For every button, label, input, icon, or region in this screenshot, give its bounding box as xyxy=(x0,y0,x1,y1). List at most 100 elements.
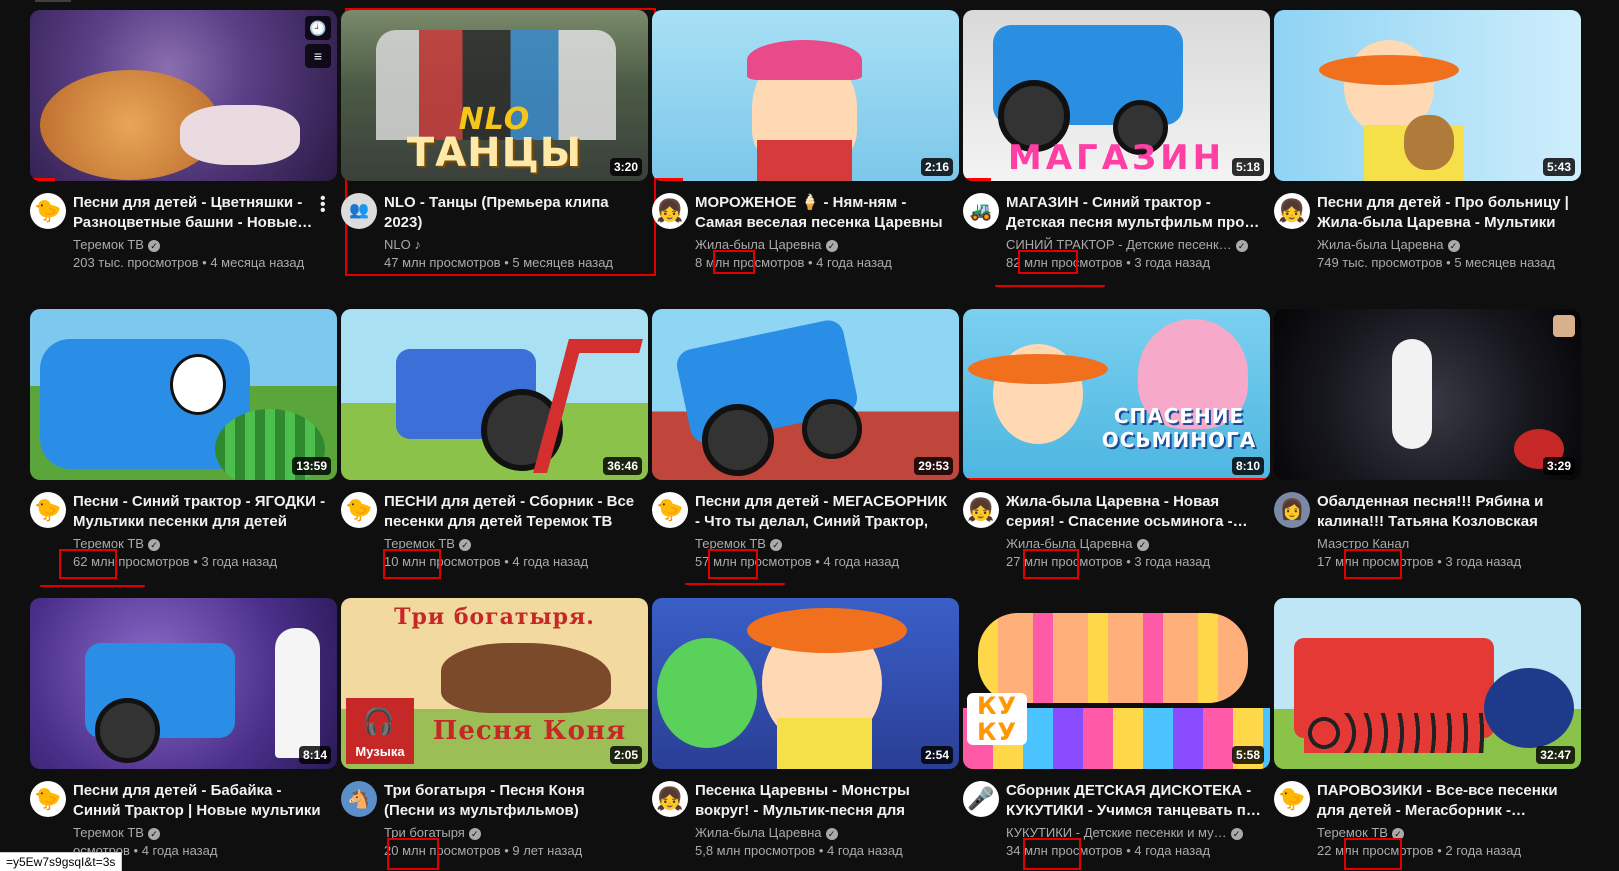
thumb-badge-label: Музыка xyxy=(355,744,405,759)
video-thumbnail[interactable]: 2:16 xyxy=(652,10,959,181)
duck-avatar[interactable]: 🐤 xyxy=(30,781,66,817)
tractor-avatar[interactable]: 🚜 xyxy=(963,193,999,229)
duration-badge: 2:54 xyxy=(920,746,953,764)
princess-avatar[interactable]: 👧 xyxy=(652,193,688,229)
video-thumbnail[interactable]: 36:46 xyxy=(341,309,648,480)
group-avatar[interactable]: 👥 xyxy=(341,193,377,229)
video-thumbnail[interactable]: 29:53 xyxy=(652,309,959,480)
duck-avatar[interactable]: 🐤 xyxy=(652,492,688,528)
video-title[interactable]: ПАРОВОЗИКИ - Все-все песенки для детей -… xyxy=(1317,781,1572,821)
princess-avatar[interactable]: 👧 xyxy=(1274,193,1310,229)
video-title[interactable]: Песни для детей - Про больницу | Жила-бы… xyxy=(1317,193,1572,233)
video-card-10[interactable]: 3:29 👩 Обалденная песня!!! Рябина и кали… xyxy=(1274,309,1581,581)
video-card-7[interactable]: 36:46 🐤 ПЕСНИ для детей - Сборник - Все … xyxy=(341,309,648,581)
channel-label[interactable]: Теремок ТВ xyxy=(73,825,144,840)
duck-avatar[interactable]: 🐤 xyxy=(30,492,66,528)
channel-label[interactable]: Теремок ТВ xyxy=(73,237,144,252)
video-title[interactable]: Песенка Царевны - Монстры вокруг! - Муль… xyxy=(695,781,950,821)
video-thumbnail[interactable]: NLO ТАНЦЫ 3:20 xyxy=(341,10,648,181)
thumb-hat xyxy=(747,40,862,80)
thumb-text: КУ КУ xyxy=(967,693,1027,745)
video-card-1[interactable]: 🕘 ≡ 🐤 Песни для детей - Цветняшки - Разн… xyxy=(30,10,337,282)
annotation-underline xyxy=(685,583,785,585)
video-card-9[interactable]: СПАСЕНИЕ ОСЬМИНОГА 8:10 👧 Жила-была Царе… xyxy=(963,309,1270,581)
annotation-box xyxy=(383,549,441,579)
video-title[interactable]: Песни - Синий трактор - ЯГОДКИ - Мультик… xyxy=(73,492,328,532)
bogatyr-avatar[interactable]: 🐴 xyxy=(341,781,377,817)
thumb-wheel xyxy=(95,698,160,763)
video-title[interactable]: Сборник ДЕТСКАЯ ДИСКОТЕКА - КУКУТИКИ - У… xyxy=(1006,781,1261,821)
video-title[interactable]: Обалденная песня!!! Рябина и калина!!! Т… xyxy=(1317,492,1572,532)
watch-progress-bar xyxy=(652,178,683,181)
video-thumbnail[interactable]: 5:43 xyxy=(1274,10,1581,181)
video-thumbnail[interactable]: 🕘 ≡ xyxy=(30,10,337,181)
video-thumbnail[interactable]: СПАСЕНИЕ ОСЬМИНОГА 8:10 xyxy=(963,309,1270,480)
duration-badge: 8:14 xyxy=(298,746,331,764)
video-card-2[interactable]: NLO ТАНЦЫ 3:20 👥 NLO - Танцы (Премьера к… xyxy=(341,10,648,282)
video-title[interactable]: ПЕСНИ для детей - Сборник - Все песенки … xyxy=(384,492,639,532)
video-thumbnail[interactable]: 8:14 xyxy=(30,598,337,769)
thumb-dress xyxy=(777,718,872,769)
upload-age: 3 года назад xyxy=(1134,554,1211,569)
channel-label[interactable]: Жила-была Царевна xyxy=(695,825,822,840)
video-card-12[interactable]: Три богатыря. 🎧 Музыка Песня Коня 2:05 🐴… xyxy=(341,598,648,870)
video-thumbnail[interactable]: 13:59 xyxy=(30,309,337,480)
channel-name[interactable]: Жила-была Царевна ✓ xyxy=(695,825,945,840)
channel-name[interactable]: Жила-была Царевна ✓ xyxy=(1317,237,1567,252)
video-card-8[interactable]: 29:53 🐤 Песни для детей - МЕГАСБОРНИК - … xyxy=(652,309,959,581)
video-thumbnail[interactable]: МАГАЗИН 5:18 xyxy=(963,10,1270,181)
video-card-14[interactable]: КУ КУ 5:58 🎤 Сборник ДЕТСКАЯ ДИСКОТЕКА -… xyxy=(963,598,1270,870)
duration-badge: 8:10 xyxy=(1231,457,1264,475)
kukutiki-avatar[interactable]: 🎤 xyxy=(963,781,999,817)
video-thumbnail[interactable]: 32:47 xyxy=(1274,598,1581,769)
video-thumbnail[interactable]: КУ КУ 5:58 xyxy=(963,598,1270,769)
video-title[interactable]: Песни для детей - Цветняшки - Разноцветн… xyxy=(73,193,328,233)
check-icon: ✓ xyxy=(1230,827,1243,840)
annotation-box xyxy=(1018,250,1078,274)
clock-icon[interactable]: 🕘 xyxy=(305,16,331,40)
video-title[interactable]: Три богатыря - Песня Коня (Песни из муль… xyxy=(384,781,639,821)
video-title[interactable]: Песни для детей - Бабайка - Синий Тракто… xyxy=(73,781,328,821)
video-title[interactable]: Песни для детей - МЕГАСБОРНИК - Что ты д… xyxy=(695,492,950,532)
video-card-6[interactable]: 13:59 🐤 Песни - Синий трактор - ЯГОДКИ -… xyxy=(30,309,337,581)
video-title[interactable]: МАГАЗИН - Синий трактор - Детская песня … xyxy=(1006,193,1261,233)
upload-age: 5 месяцев назад xyxy=(1454,255,1555,270)
duration-badge: 13:59 xyxy=(292,457,331,475)
check-icon: ✓ xyxy=(147,239,160,252)
duck-avatar[interactable]: 🐤 xyxy=(341,492,377,528)
video-card-3[interactable]: 2:16 👧 МОРОЖЕНОЕ 🍦 - Ням-ням - Самая вес… xyxy=(652,10,959,282)
video-title[interactable]: МОРОЖЕНОЕ 🍦 - Ням-ням - Самая веселая пе… xyxy=(695,193,950,233)
duration-badge: 3:20 xyxy=(609,158,642,176)
channel-name[interactable]: Теремок ТВ ✓ xyxy=(73,237,323,252)
duck-avatar[interactable]: 🐤 xyxy=(30,193,66,229)
check-icon: ✓ xyxy=(825,239,838,252)
video-card-11[interactable]: 8:14 🐤 Песни для детей - Бабайка - Синий… xyxy=(30,598,337,870)
duration-badge: 5:18 xyxy=(1231,158,1264,176)
princess-avatar[interactable]: 👧 xyxy=(963,492,999,528)
channel-name[interactable]: NLO ♪ xyxy=(384,237,634,252)
video-card-15[interactable]: 32:47 🐤 ПАРОВОЗИКИ - Все-все песенки для… xyxy=(1274,598,1581,870)
video-thumbnail[interactable]: 3:29 xyxy=(1274,309,1581,480)
thumb-wheel xyxy=(802,399,862,459)
channel-label[interactable]: Жила-была Царевна xyxy=(1317,237,1444,252)
video-card-5[interactable]: 5:43 👧 Песни для детей - Про больницу | … xyxy=(1274,10,1581,282)
video-title[interactable]: Жила-была Царевна - Новая серия! - Спасе… xyxy=(1006,492,1261,532)
annotation-underline xyxy=(40,585,145,587)
channel-name[interactable]: Теремок ТВ ✓ xyxy=(73,825,323,840)
queue-icon[interactable]: ≡ xyxy=(305,44,331,68)
duck-avatar[interactable]: 🐤 xyxy=(1274,781,1310,817)
princess-avatar[interactable]: 👧 xyxy=(652,781,688,817)
video-thumbnail[interactable]: Три богатыря. 🎧 Музыка Песня Коня 2:05 xyxy=(341,598,648,769)
video-meta: 5,8 млн просмотров • 4 года назад xyxy=(695,843,903,858)
more-vert-icon[interactable]: • • • xyxy=(320,191,326,219)
view-count: 203 тыс. просмотров xyxy=(73,255,199,270)
headphones-icon: 🎧 xyxy=(362,706,396,736)
upload-age: 3 года назад xyxy=(1445,554,1522,569)
video-thumbnail[interactable]: 2:54 xyxy=(652,598,959,769)
video-title[interactable]: NLO - Танцы (Премьера клипа 2023) xyxy=(384,193,639,233)
maestro-avatar[interactable]: 👩 xyxy=(1274,492,1310,528)
video-card-4[interactable]: МАГАЗИН 5:18 🚜 МАГАЗИН - Синий трактор -… xyxy=(963,10,1270,282)
video-card-13[interactable]: 2:54 👧 Песенка Царевны - Монстры вокруг!… xyxy=(652,598,959,870)
channel-label[interactable]: NLO xyxy=(384,237,411,252)
thumb-locomotive-face xyxy=(1484,668,1574,748)
